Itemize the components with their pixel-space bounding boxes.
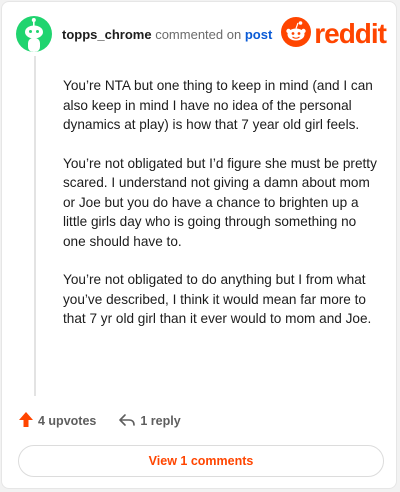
comment-header: topps_chrome commented on post reddit bbox=[16, 16, 387, 56]
post-link[interactable]: post bbox=[245, 27, 272, 42]
snoo-avatar-icon[interactable] bbox=[16, 16, 52, 52]
thread-line[interactable] bbox=[34, 56, 36, 396]
comment-paragraph: You’re not obligated to do anything but … bbox=[63, 272, 372, 326]
comment-meta: topps_chrome commented on post bbox=[62, 27, 272, 42]
reply-arrow-icon bbox=[118, 412, 136, 431]
comment-paragraph: You’re NTA but one thing to keep in mind… bbox=[63, 78, 373, 132]
reddit-snoo-icon bbox=[281, 16, 312, 52]
reddit-logo[interactable]: reddit bbox=[281, 16, 387, 52]
reply-button[interactable]: 1 reply bbox=[118, 412, 181, 431]
reply-count: 1 reply bbox=[140, 414, 181, 428]
upvote-button[interactable]: 4 upvotes bbox=[18, 411, 96, 431]
comment-body: You’re NTA but one thing to keep in mind… bbox=[63, 76, 381, 348]
upvote-arrow-icon bbox=[18, 411, 34, 431]
view-comments-button[interactable]: View 1 comments bbox=[18, 445, 384, 477]
upvote-count: 4 upvotes bbox=[38, 414, 97, 428]
username-link[interactable]: topps_chrome bbox=[62, 27, 152, 42]
comment-actions: 4 upvotes 1 reply bbox=[18, 410, 181, 432]
comment-card: topps_chrome commented on post reddit Yo… bbox=[1, 1, 397, 489]
reddit-wordmark: reddit bbox=[314, 18, 387, 49]
comment-paragraph: You’re not obligated but I’d figure she … bbox=[63, 155, 377, 249]
commented-on-text: commented on bbox=[155, 27, 242, 42]
